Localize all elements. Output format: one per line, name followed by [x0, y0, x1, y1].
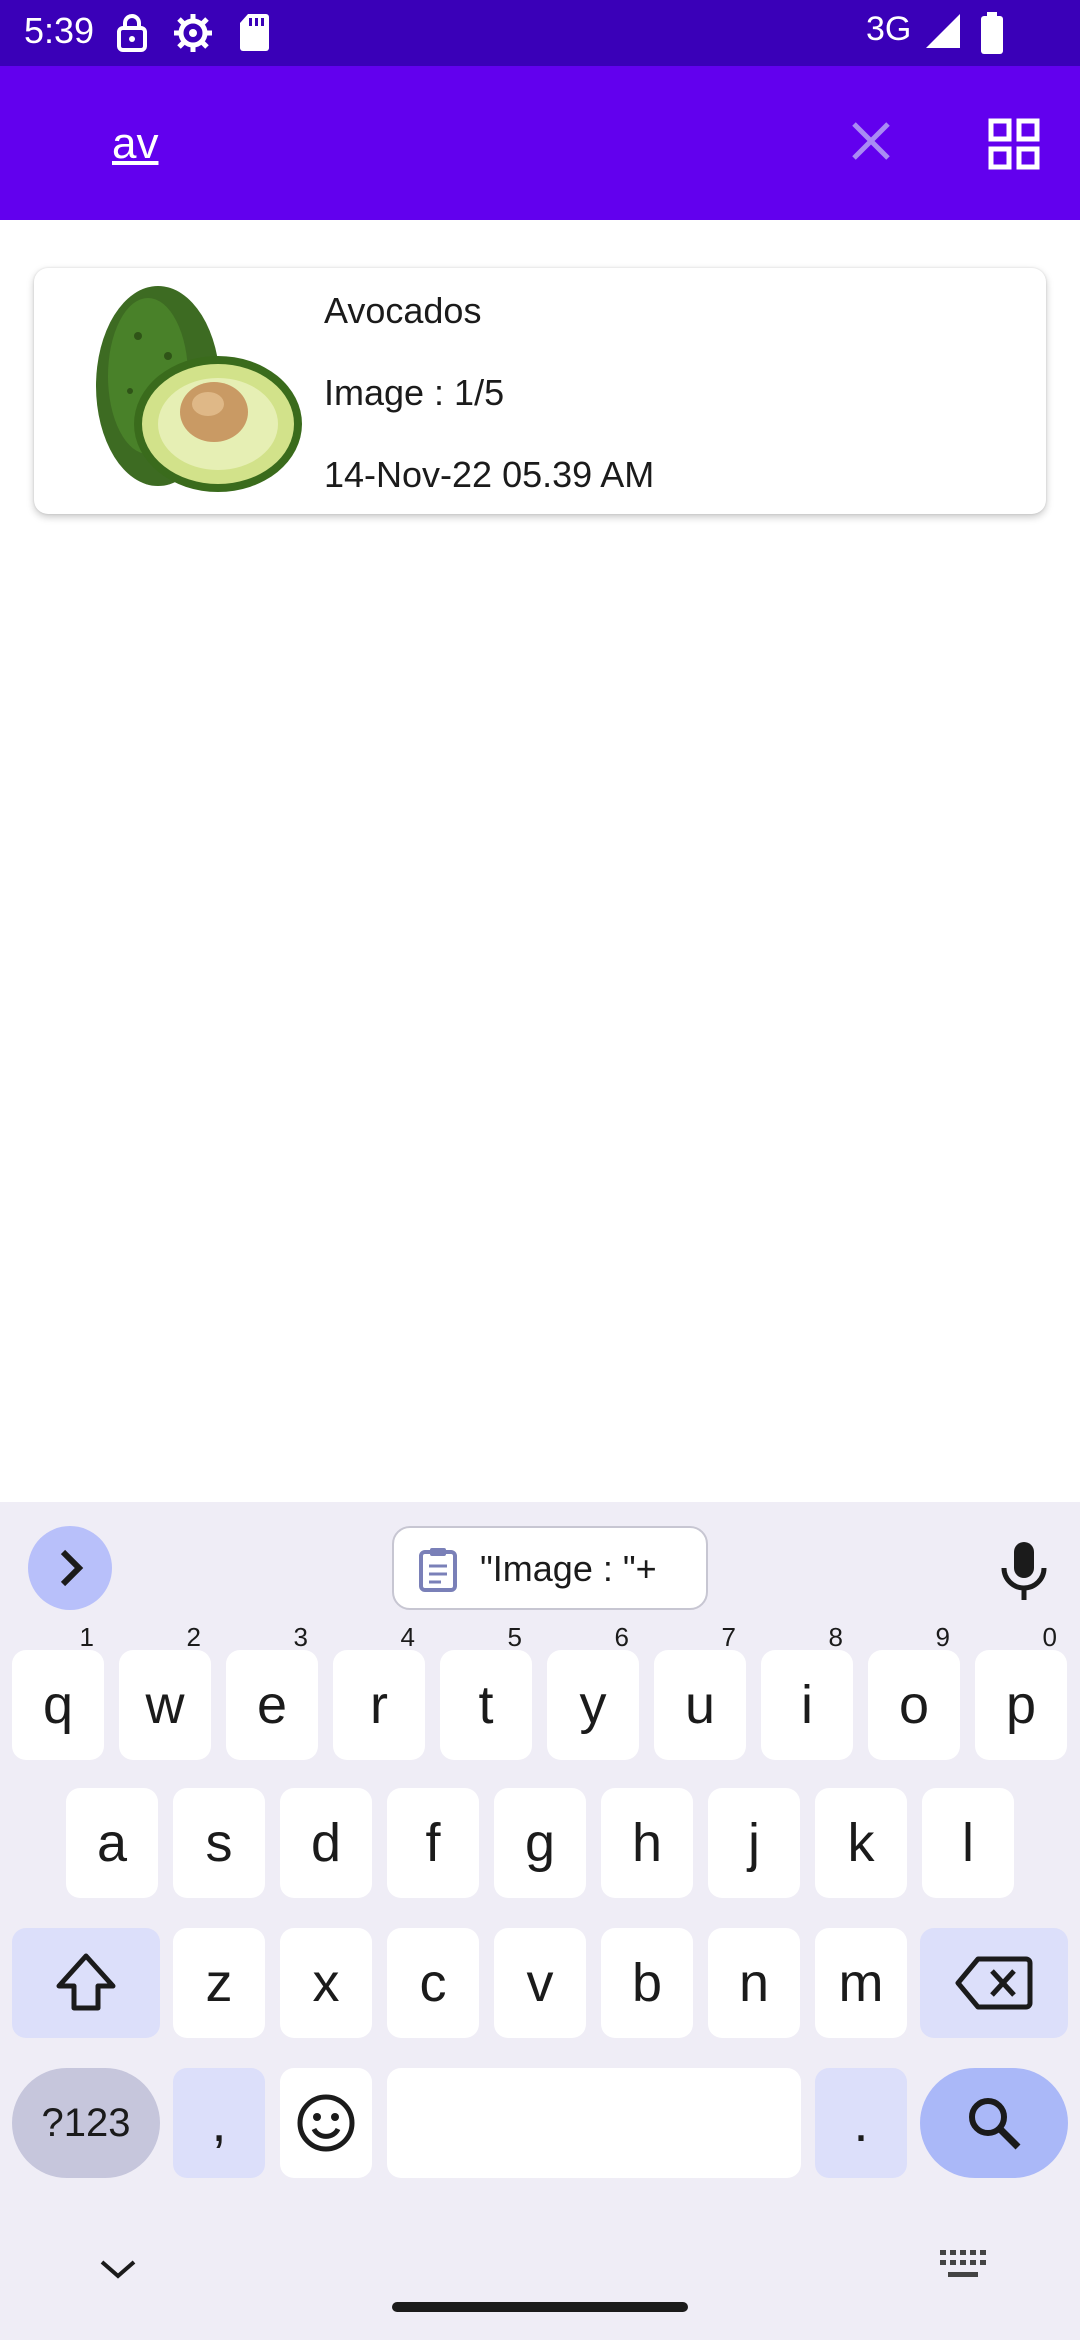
item-date: 14-Nov-22 05.39 AM [324, 454, 655, 495]
status-time: 5:39 [24, 10, 95, 51]
symbols-key[interactable]: ?123 [12, 2068, 160, 2178]
key-hint: 0 [1042, 1622, 1057, 1652]
key-t[interactable]: t5 [440, 1624, 532, 1760]
key-label: w [145, 1675, 185, 1735]
key-s[interactable]: s [173, 1788, 265, 1898]
clipboard-suggestion-text: "Image : "+ [480, 1548, 657, 1589]
close-icon [852, 122, 890, 160]
search-app-bar [0, 66, 1080, 220]
keyboard-toolbar-expand-button[interactable] [28, 1526, 112, 1610]
clipboard-suggestion-chip[interactable]: "Image : "+ [392, 1526, 708, 1610]
key-n[interactable]: n [708, 1928, 800, 2038]
backspace-key[interactable] [920, 1928, 1068, 2038]
key-u[interactable]: u7 [654, 1624, 746, 1760]
key-v[interactable]: v [494, 1928, 586, 2038]
home-gesture-bar[interactable] [392, 2302, 688, 2312]
shift-icon [56, 1953, 116, 2011]
grid-view-icon [988, 118, 1040, 170]
key-w[interactable]: w2 [119, 1624, 211, 1760]
chevron-right-icon [60, 1549, 84, 1587]
key-label: i [801, 1675, 813, 1735]
key-hint: 9 [935, 1622, 950, 1652]
key-hint: 1 [79, 1622, 94, 1652]
voice-input-button[interactable] [996, 1540, 1052, 1602]
item-image-count: Image : 1/5 [324, 372, 505, 413]
key-label: o [898, 1675, 930, 1735]
key-p[interactable]: p0 [975, 1624, 1067, 1760]
comma-key[interactable]: , [173, 2068, 265, 2178]
key-e[interactable]: e3 [226, 1624, 318, 1760]
hide-keyboard-chevron-icon[interactable] [96, 2256, 140, 2282]
signal-icon [924, 12, 962, 55]
search-icon [969, 2098, 1021, 2150]
search-action-key[interactable] [920, 2068, 1068, 2178]
backspace-icon [955, 1956, 1033, 2010]
key-q[interactable]: q1 [12, 1624, 104, 1760]
key-i[interactable]: i8 [761, 1624, 853, 1760]
key-label: q [42, 1675, 74, 1735]
item-name: Avocados [324, 290, 482, 331]
soft-keyboard: "Image : "+ q1 w2 e3 r4 t5 y6 u7 i8 o9 p… [0, 1502, 1080, 2340]
key-hint: 8 [828, 1622, 843, 1652]
network-type: 3G [866, 10, 912, 48]
battery-icon [980, 12, 1004, 59]
shift-key[interactable] [12, 1928, 160, 2038]
key-x[interactable]: x [280, 1928, 372, 2038]
key-r[interactable]: r4 [333, 1624, 425, 1760]
key-j[interactable]: j [708, 1788, 800, 1898]
emoji-icon [297, 2094, 355, 2152]
key-z[interactable]: z [173, 1928, 265, 2038]
lock-icon [116, 12, 148, 57]
result-card[interactable]: Avocados Image : 1/5 14-Nov-22 05.39 AM [34, 268, 1046, 514]
avocado-thumbnail [78, 276, 308, 502]
key-c[interactable]: c [387, 1928, 479, 2038]
key-hint: 2 [186, 1622, 201, 1652]
key-hint: 6 [614, 1622, 629, 1652]
settings-gear-icon [172, 12, 214, 59]
status-bar: 5:39 3G [0, 0, 1080, 66]
emoji-key[interactable] [280, 2068, 372, 2178]
key-label: y [579, 1675, 607, 1735]
key-a[interactable]: a [66, 1788, 158, 1898]
key-label: r [370, 1675, 388, 1735]
key-g[interactable]: g [494, 1788, 586, 1898]
key-o[interactable]: o9 [868, 1624, 960, 1760]
key-label: p [1005, 1675, 1037, 1735]
keyboard-switcher-icon[interactable] [938, 2248, 988, 2282]
clear-search-button[interactable] [846, 116, 896, 166]
key-f[interactable]: f [387, 1788, 479, 1898]
key-d[interactable]: d [280, 1788, 372, 1898]
key-l[interactable]: l [922, 1788, 1014, 1898]
space-key[interactable] [387, 2068, 801, 2178]
key-hint: 5 [507, 1622, 522, 1652]
key-hint: 7 [721, 1622, 736, 1652]
search-input[interactable] [112, 114, 752, 174]
microphone-icon [1001, 1542, 1047, 1600]
key-label: t [478, 1675, 494, 1735]
grid-view-button[interactable] [988, 118, 1040, 170]
key-h[interactable]: h [601, 1788, 693, 1898]
key-b[interactable]: b [601, 1928, 693, 2038]
key-hint: 3 [293, 1622, 308, 1652]
key-label: e [256, 1675, 288, 1735]
sd-card-icon [238, 12, 270, 57]
key-label: u [684, 1675, 716, 1735]
period-key[interactable]: . [815, 2068, 907, 2178]
clipboard-icon [419, 1548, 457, 1592]
key-k[interactable]: k [815, 1788, 907, 1898]
key-y[interactable]: y6 [547, 1624, 639, 1760]
key-hint: 4 [400, 1622, 415, 1652]
key-m[interactable]: m [815, 1928, 907, 2038]
